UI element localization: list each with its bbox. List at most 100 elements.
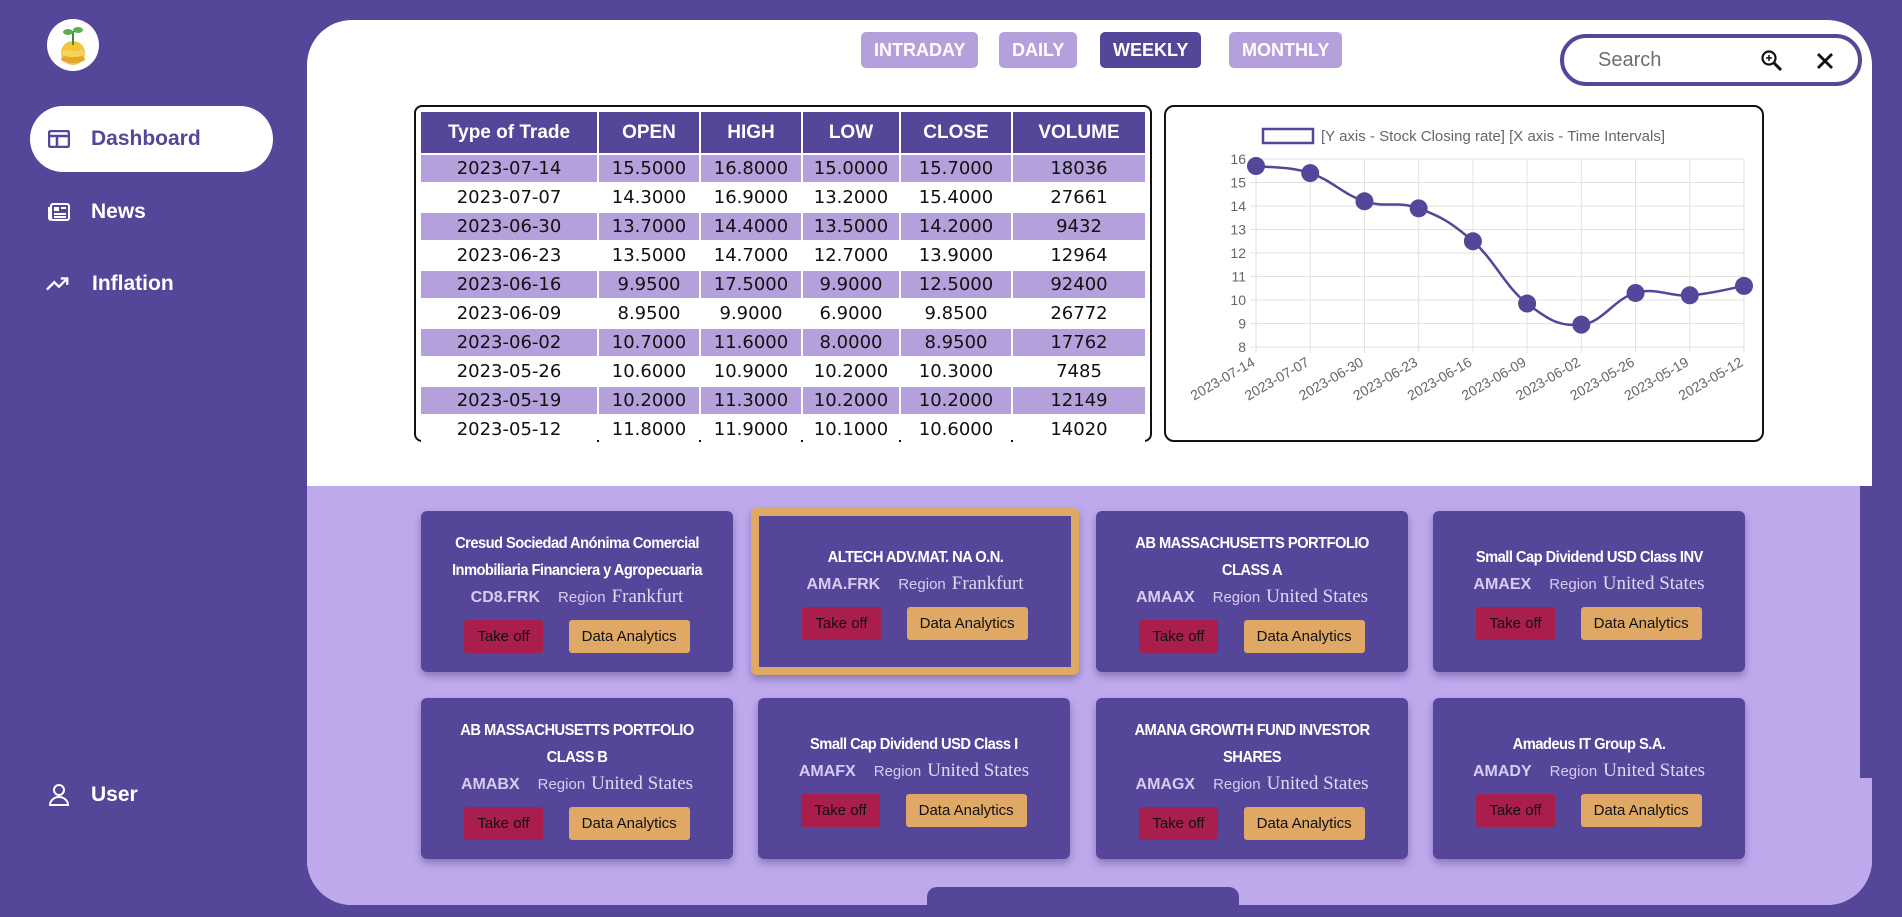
app-logo[interactable] <box>47 19 99 71</box>
y-tick-label: 16 <box>1230 151 1246 167</box>
take-off-button[interactable]: Take off <box>1139 807 1218 840</box>
close-icon[interactable] <box>1812 48 1838 74</box>
stock-region: Region United States <box>1213 773 1368 795</box>
table-cell: 17.5000 <box>701 271 801 298</box>
data-analytics-button[interactable]: Data Analytics <box>1243 620 1365 653</box>
table-cell: 27661 <box>1013 184 1145 211</box>
data-analytics-button[interactable]: Data Analytics <box>1580 606 1702 640</box>
stock-card[interactable]: Small Cap Dividend USD Class I AMAFX Regio… <box>758 698 1070 859</box>
data-analytics-button[interactable]: Data Analytics <box>1580 793 1702 827</box>
stock-card[interactable]: ALTECH ADV.MAT. NA O.N. AMA.FRK Region Fran… <box>751 508 1079 675</box>
tab-weekly[interactable]: WEEKLY <box>1100 32 1202 68</box>
stock-symbol: AMADY <box>1472 762 1532 780</box>
closing-rate-chart: [Y axis - Stock Closing rate] [X axis - … <box>1164 105 1764 442</box>
table-cell: 15.7000 <box>901 155 1011 182</box>
table-cell: 14.4000 <box>701 213 801 240</box>
table-cell: 14.3000 <box>599 184 699 211</box>
stock-name: Amadeus IT Group S.A. <box>1512 735 1666 753</box>
stock-card[interactable]: AB MASSACHUSETTS PORTFOLIO CLASS A AMAAX R… <box>1096 511 1408 672</box>
stock-name: Small Cap Dividend USD Class INV <box>1475 548 1703 566</box>
sidebar-item-dashboard[interactable]: Dashboard <box>30 106 273 172</box>
table-cell: 9.9000 <box>701 300 801 327</box>
region-label: Region <box>1549 575 1597 593</box>
sidebar-item-label: Dashboard <box>91 127 201 150</box>
tab-daily[interactable]: DAILY <box>999 32 1078 68</box>
card-actions: Take off Data Analytics <box>464 620 690 653</box>
stock-card[interactable]: AMANA GROWTH FUND INVESTOR SHARES AMAGX Re… <box>1096 698 1408 859</box>
divider-strip <box>1860 486 1872 778</box>
column-header: LOW <box>803 112 899 153</box>
stock-name: AB MASSACHUSETTS PORTFOLIO CLASS A <box>1135 535 1369 579</box>
stock-card[interactable]: Cresud Sociedad Anónima Comercial Inmobi… <box>421 511 733 672</box>
table-cell: 13.2000 <box>803 184 899 211</box>
data-analytics-button[interactable]: Data Analytics <box>568 807 690 840</box>
card-actions: Take off Data Analytics <box>801 793 1027 827</box>
take-off-button[interactable]: Take off <box>1476 793 1555 827</box>
take-off-button[interactable]: Take off <box>464 807 543 840</box>
table-cell: 8.9500 <box>901 329 1011 356</box>
data-analytics-button[interactable]: Data Analytics <box>1243 807 1365 840</box>
table-row: 2023-05-19 10.2000 11.3000 10.2000 10.2000 12… <box>421 387 1145 414</box>
stock-meta: AMADY Region United States <box>1473 760 1705 782</box>
take-off-button[interactable]: Take off <box>802 606 881 640</box>
table-cell: 2023-05-19 <box>421 387 597 414</box>
y-tick-label: 12 <box>1230 245 1246 261</box>
table-row: 2023-06-16 9.9500 17.5000 9.9000 12.5000 9240… <box>421 271 1145 298</box>
table-cell: 13.5000 <box>803 213 899 240</box>
table-cell: 13.9000 <box>901 242 1011 269</box>
dashboard-icon <box>47 127 71 151</box>
table-cell: 92400 <box>1013 271 1145 298</box>
region-value: Frankfurt <box>611 586 684 607</box>
stock-card[interactable]: Amadeus IT Group S.A. AMADY Region United S… <box>1433 698 1745 859</box>
data-analytics-button[interactable]: Data Analytics <box>905 793 1027 827</box>
table-row: 2023-06-09 8.9500 9.9000 6.9000 9.8500 26772 <box>421 300 1145 327</box>
stock-card[interactable]: AB MASSACHUSETTS PORTFOLIO CLASS B AMABX R… <box>421 698 733 859</box>
data-point <box>1355 192 1374 211</box>
y-tick-label: 14 <box>1230 198 1246 214</box>
sidebar-item-label: User <box>91 783 138 806</box>
table-cell: 14020 <box>1013 416 1145 443</box>
take-off-button[interactable]: Take off <box>1476 606 1555 640</box>
stock-symbol: AMAAX <box>1135 589 1195 606</box>
table-row: 2023-06-02 10.7000 11.6000 8.0000 8.9500 1776… <box>421 329 1145 356</box>
search-input[interactable] <box>1598 48 1753 72</box>
sidebar-item-news[interactable]: News <box>30 179 273 245</box>
table-cell: 10.7000 <box>599 329 699 356</box>
data-analytics-button[interactable]: Data Analytics <box>906 606 1028 640</box>
region-label: Region <box>898 575 946 593</box>
tab-monthly[interactable]: MONTHLY <box>1229 32 1343 68</box>
take-off-button[interactable]: Take off <box>801 793 880 827</box>
table-row: 2023-05-26 10.6000 10.9000 10.2000 10.3000 74… <box>421 358 1145 385</box>
stock-symbol: AMABX <box>460 776 520 793</box>
column-header: OPEN <box>599 112 699 153</box>
stock-meta: AMAGX Region United States <box>1136 773 1369 795</box>
stock-region: Region United States <box>874 760 1029 782</box>
table-cell: 12.7000 <box>803 242 899 269</box>
stock-card[interactable]: Small Cap Dividend USD Class INV AMAEX Reg… <box>1433 511 1745 672</box>
data-point <box>1735 276 1753 295</box>
table-cell: 13.7000 <box>599 213 699 240</box>
region-value: United States <box>1603 759 1706 781</box>
sidebar-item-inflation[interactable]: Inflation <box>30 251 273 317</box>
table-cell: 11.8000 <box>599 416 699 443</box>
table-cell: 16.9000 <box>701 184 801 211</box>
search-icon[interactable] <box>1759 48 1785 74</box>
take-off-button[interactable]: Take off <box>1139 620 1218 653</box>
data-analytics-button[interactable]: Data Analytics <box>568 620 690 653</box>
table-cell: 13.5000 <box>599 242 699 269</box>
stock-meta: AMAFX Region United States <box>799 760 1029 782</box>
table-cell: 10.1000 <box>803 416 899 443</box>
y-tick-label: 15 <box>1230 175 1246 191</box>
table-cell: 7485 <box>1013 358 1145 385</box>
stock-meta: AMAEX Region United States <box>1473 573 1704 595</box>
table-cell: 15.4000 <box>901 184 1011 211</box>
stock-symbol: AMAFX <box>798 762 856 780</box>
sidebar-item-user[interactable]: User <box>30 762 273 828</box>
region-value: Frankfurt <box>951 572 1024 594</box>
take-off-button[interactable]: Take off <box>464 620 543 653</box>
table-cell: 12.5000 <box>901 271 1011 298</box>
tab-intraday[interactable]: INTRADAY <box>861 32 979 68</box>
table-cell: 2023-06-09 <box>421 300 597 327</box>
stock-region: Region United States <box>538 773 693 795</box>
bottom-drawer-handle[interactable] <box>927 887 1239 905</box>
